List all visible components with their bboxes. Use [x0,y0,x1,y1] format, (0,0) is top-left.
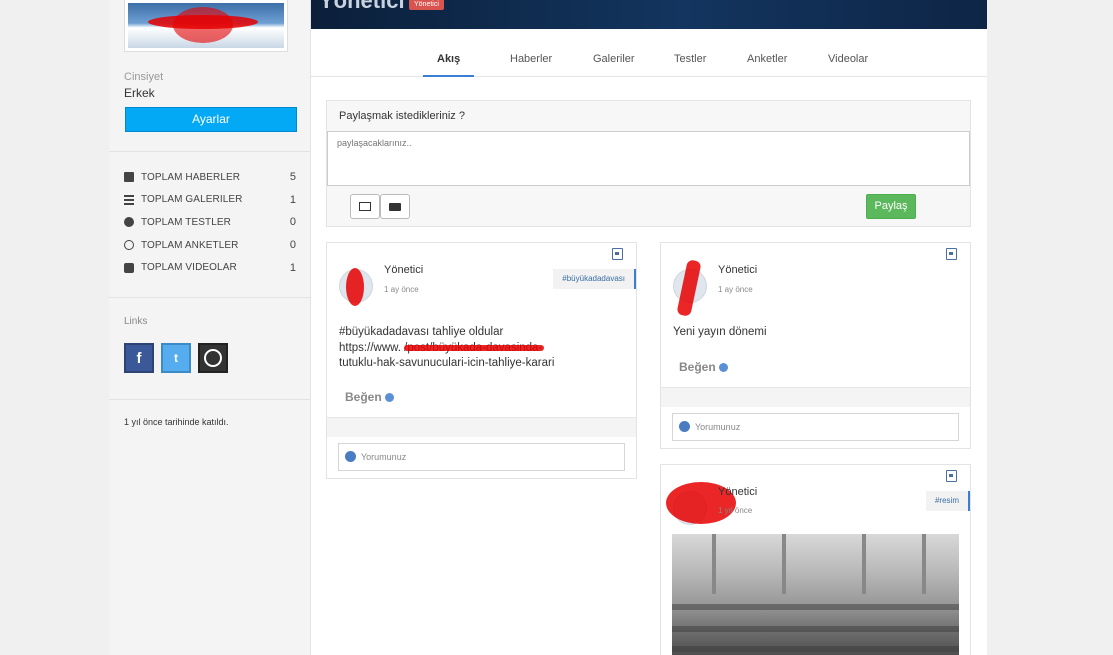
add-video-button[interactable] [380,194,410,219]
tab-news[interactable]: Haberler [496,53,566,75]
tab-polls[interactable]: Anketler [733,53,801,75]
role-badge: Yönetici [409,0,444,10]
stat-label: TOPLAM GALERILER [141,194,243,206]
bookmark-icon[interactable] [612,248,623,260]
play-icon [124,262,134,273]
post-text: Yeni yayın dönemi [673,326,767,338]
bookmark-icon[interactable] [946,470,957,482]
stat-label: TOPLAM TESTLER [141,216,231,228]
post-time: 1 ay önce [384,285,419,294]
avatar [339,268,373,306]
profile-page: Cinsiyet Erkek Ayarlar TOPLAM HABERLER 5… [109,0,987,655]
profile-name: Yönetici [319,0,405,13]
add-image-button[interactable] [350,194,380,219]
post-time: 1 yıl önce [718,506,753,515]
sidebar-divider [109,297,311,298]
comment-area [327,417,636,437]
post-card: Yönetici 1 ay önce #büyükadadavası #büyü… [326,242,637,479]
tab-tests[interactable]: Testler [660,53,720,75]
image-icon [359,202,371,211]
stat-count: 1 [289,193,296,206]
profile-sidebar: Cinsiyet Erkek Ayarlar TOPLAM HABERLER 5… [109,0,311,655]
avatar [673,259,707,317]
like-button[interactable]: Beğen [345,390,394,404]
stat-news: TOPLAM HABERLER 5 [124,166,296,189]
post-input[interactable] [327,131,970,186]
post-composer: Paylaşmak istedikleriniz ? Paylaş [326,100,971,227]
post-card: Yönetici 1 yıl önce #resim [660,464,971,655]
file-icon [124,172,134,183]
tab-videos[interactable]: Videolar [814,53,882,75]
sidebar-divider [109,151,311,152]
settings-button[interactable]: Ayarlar [125,107,297,132]
post-text: #büyükadadavası tahliye oldular https://… [339,325,629,372]
facebook-icon: f [136,349,142,367]
stat-count: 5 [289,171,296,184]
joined-date: 1 yıl önce tarihinde katıldı. [124,417,229,427]
post-author[interactable]: Yönetici [384,264,423,276]
thumbs-up-icon [718,363,728,372]
gender-label: Cinsiyet [124,71,164,83]
post-link-continued[interactable]: tutuklu-hak-savunuculari-icin-tahliye-ka… [339,356,629,372]
sidebar-divider [109,399,311,400]
tab-galleries[interactable]: Galeriler [579,53,649,75]
question-icon [124,217,134,228]
tab-feed[interactable]: Akış [423,53,475,77]
post-tag[interactable]: #resim [925,491,970,511]
share-button[interactable]: Paylaş [866,194,916,219]
profile-banner: Yönetici Yönetici [311,0,987,29]
profile-stats: TOPLAM HABERLER 5 TOPLAM GALERILER 1 TOP… [124,166,296,279]
profile-cover-image [124,0,288,52]
links-label: Links [124,316,148,327]
check-circle-icon [124,240,134,251]
stat-polls: TOPLAM ANKETLER 0 [124,234,296,257]
stat-count: 1 [289,261,296,274]
post-tag[interactable]: #büyükadadavası [553,269,636,289]
stat-count: 0 [289,216,296,229]
video-camera-icon [389,202,401,211]
post-text-line: #büyükadadavası tahliye oldular [339,326,504,338]
twitter-link[interactable]: t [161,343,191,373]
stat-label: TOPLAM VIDEOLAR [141,262,237,274]
post-author[interactable]: Yönetici [718,264,757,276]
composer-title: Paylaşmak istedikleriniz ? [327,101,970,132]
stat-label: TOPLAM ANKETLER [141,239,239,251]
twitter-icon: t [174,351,178,365]
post-photo[interactable] [672,534,959,655]
post-card: Yönetici 1 ay önce Yeni yayın dönemi Beğ… [660,242,971,449]
profile-tabs: Akış Haberler Galeriler Testler Anketler… [311,44,987,77]
bookmark-icon[interactable] [946,248,957,260]
post-time: 1 ay önce [718,285,753,294]
avatar [666,482,736,525]
like-label: Beğen [679,360,716,374]
comment-input[interactable]: Yorumunuz [672,413,959,441]
stat-label: TOPLAM HABERLER [141,171,241,183]
facebook-link[interactable]: f [124,343,154,373]
stat-galleries: TOPLAM GALERILER 1 [124,189,296,212]
social-icon [204,349,222,367]
thumbs-up-icon [384,393,394,402]
stat-count: 0 [289,239,296,252]
like-button[interactable]: Beğen [679,360,728,374]
stat-videos: TOPLAM VIDEOLAR 1 [124,256,296,279]
comment-input[interactable]: Yorumunuz [338,443,625,471]
comment-area [661,387,970,407]
gender-value: Erkek [124,86,155,100]
like-label: Beğen [345,390,382,404]
post-author[interactable]: Yönetici [718,486,757,498]
other-social-link[interactable] [198,343,228,373]
list-icon [124,194,134,205]
stat-tests: TOPLAM TESTLER 0 [124,211,296,234]
